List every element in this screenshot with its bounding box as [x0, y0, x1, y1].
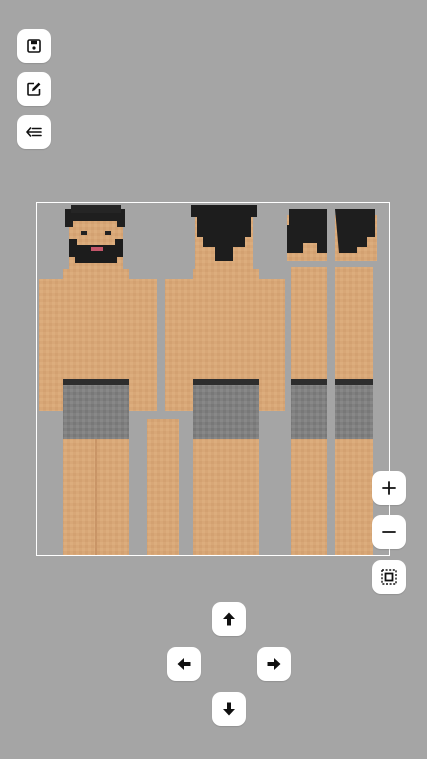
arrow-down-icon	[221, 701, 237, 717]
skin-canvas[interactable]	[36, 202, 390, 556]
skin-texture-preview	[39, 205, 377, 555]
front-view	[39, 205, 157, 555]
arrow-up-icon	[221, 611, 237, 627]
move-up-button[interactable]	[212, 602, 246, 636]
save-button[interactable]	[17, 29, 51, 63]
move-down-button[interactable]	[212, 692, 246, 726]
side-views	[287, 209, 377, 555]
zoom-out-button[interactable]	[372, 515, 406, 549]
minus-icon	[381, 524, 397, 540]
fit-to-screen-button[interactable]	[372, 560, 406, 594]
floppy-disk-icon	[26, 38, 42, 54]
collapse-menu-icon	[25, 124, 43, 140]
fit-frame-icon	[380, 568, 398, 586]
edit-button[interactable]	[17, 72, 51, 106]
plus-icon	[381, 480, 397, 496]
move-right-button[interactable]	[257, 647, 291, 681]
arrow-left-icon	[176, 656, 192, 672]
zoom-in-button[interactable]	[372, 471, 406, 505]
collapse-menu-button[interactable]	[17, 115, 51, 149]
edit-pencil-icon	[26, 81, 42, 97]
arrow-right-icon	[266, 656, 282, 672]
back-view	[147, 205, 285, 555]
move-left-button[interactable]	[167, 647, 201, 681]
